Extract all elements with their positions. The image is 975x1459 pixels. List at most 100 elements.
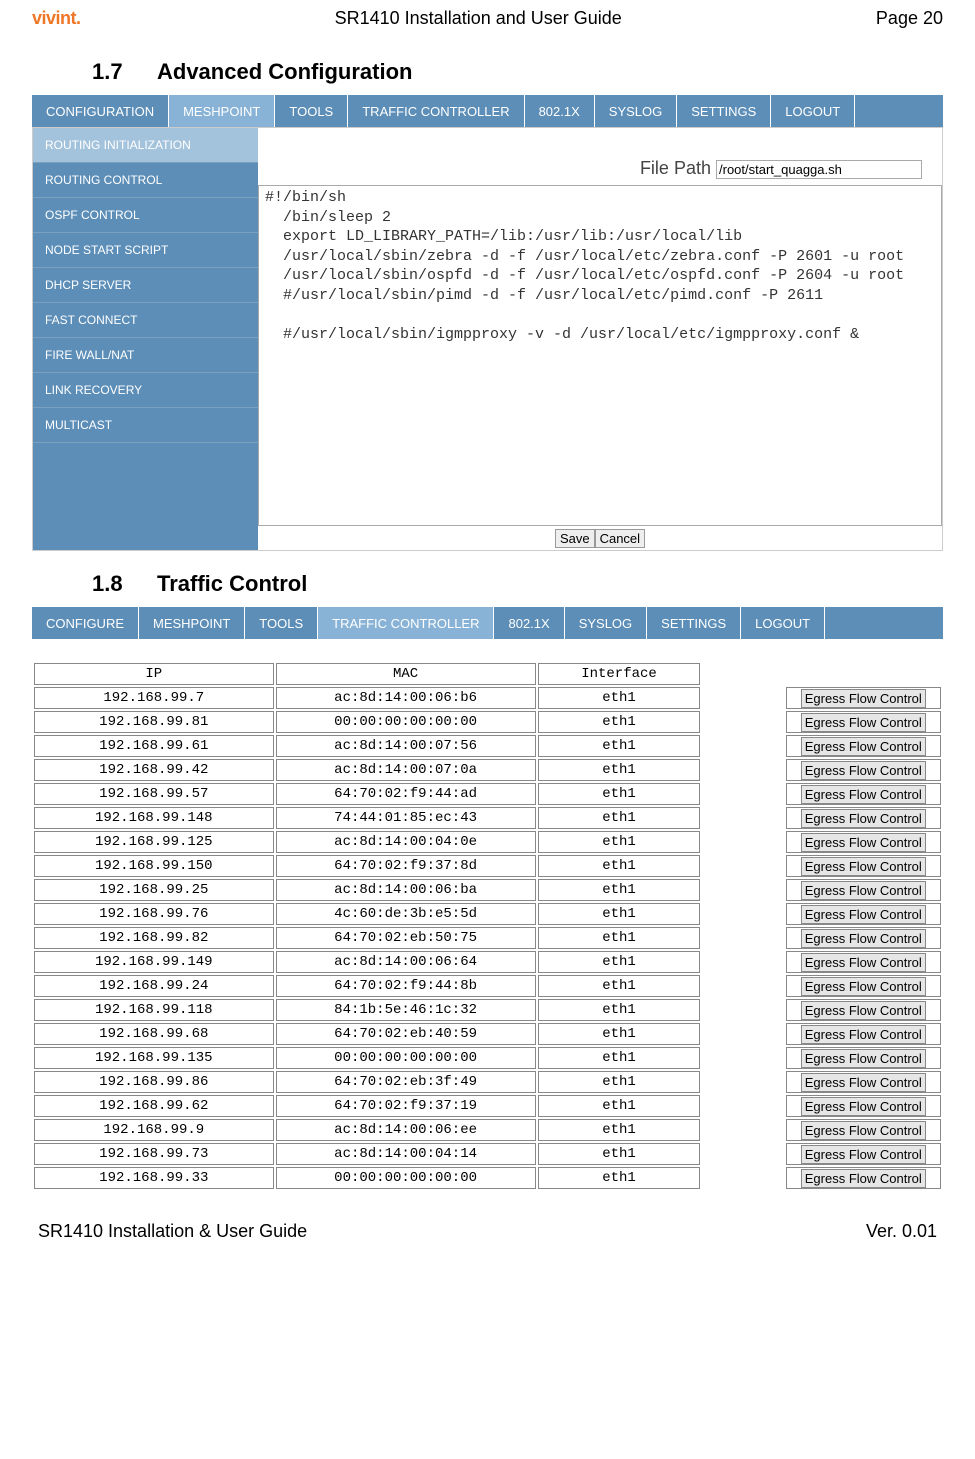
table-row: 192.168.99.13500:00:00:00:00:00eth1 Egres… xyxy=(34,1047,941,1069)
egress-flow-control-button[interactable]: Egress Flow Control xyxy=(801,929,926,948)
table-row: 192.168.99.61ac:8d:14:00:07:56eth1Egress… xyxy=(34,735,941,757)
save-button[interactable]: Save xyxy=(555,529,595,548)
table-row: 192.168.99.5764:70:02:f9:44:adeth1Egress… xyxy=(34,783,941,805)
table-row: 192.168.99.8264:70:02:eb:50:75eth1Egress… xyxy=(34,927,941,949)
cell-ip: 192.168.99.148 xyxy=(34,807,274,829)
cell-iface: eth1 xyxy=(538,687,701,709)
cell-ip: 192.168.99.33 xyxy=(34,1167,274,1189)
cell-iface: eth1 xyxy=(538,711,701,733)
cell-ip: 192.168.99.118 xyxy=(34,999,274,1021)
cell-ip: 192.168.99.7 xyxy=(34,687,274,709)
cell-mac: ac:8d:14:00:06:64 xyxy=(276,951,536,973)
tab-8021x-2[interactable]: 802.1X xyxy=(494,607,564,639)
egress-flow-control-button[interactable]: Egress Flow Control xyxy=(801,713,926,732)
egress-flow-control-button[interactable]: Egress Flow Control xyxy=(801,881,926,900)
tab-meshpoint-2[interactable]: MESHPOINT xyxy=(139,607,245,639)
cell-mac: 4c:60:de:3b:e5:5d xyxy=(276,903,536,925)
egress-flow-control-button[interactable]: Egress Flow Control xyxy=(801,689,926,708)
cell-mac: ac:8d:14:00:07:56 xyxy=(276,735,536,757)
sidebar: ROUTING INITIALIZATION ROUTING CONTROL O… xyxy=(33,128,258,550)
egress-flow-control-button[interactable]: Egress Flow Control xyxy=(801,1049,926,1068)
sidebar-item-routing-initialization[interactable]: ROUTING INITIALIZATION xyxy=(33,128,258,163)
cancel-button[interactable]: Cancel xyxy=(595,529,645,548)
table-row: 192.168.99.9ac:8d:14:00:06:eeeth1 Egress … xyxy=(34,1119,941,1141)
cell-mac: ac:8d:14:00:06:ee xyxy=(276,1119,536,1141)
egress-flow-control-button[interactable]: Egress Flow Control xyxy=(801,905,926,924)
cell-mac: 00:00:00:00:00:00 xyxy=(276,1047,536,1069)
egress-flow-control-button[interactable]: Egress Flow Control xyxy=(801,1121,926,1140)
sidebar-item-routing-control[interactable]: ROUTING CONTROL xyxy=(33,163,258,198)
script-textarea[interactable]: #!/bin/sh /bin/sleep 2 export LD_LIBRARY… xyxy=(258,185,942,526)
tab-traffic-controller-2[interactable]: TRAFFIC CONTROLLER xyxy=(318,607,494,639)
tab-traffic-controller[interactable]: TRAFFIC CONTROLLER xyxy=(348,95,524,127)
egress-flow-control-button[interactable]: Egress Flow Control xyxy=(801,1001,926,1020)
cell-ip: 192.168.99.9 xyxy=(34,1119,274,1141)
cell-iface: eth1 xyxy=(538,735,701,757)
table-row: 192.168.99.25ac:8d:14:00:06:baeth1Egress… xyxy=(34,879,941,901)
tab-settings[interactable]: SETTINGS xyxy=(677,95,771,127)
cell-iface: eth1 xyxy=(538,1119,701,1141)
cell-mac: 64:70:02:f9:44:8b xyxy=(276,975,536,997)
tab-8021x[interactable]: 802.1X xyxy=(525,95,595,127)
cell-iface: eth1 xyxy=(538,1047,701,1069)
sidebar-item-ospf-control[interactable]: OSPF CONTROL xyxy=(33,198,258,233)
egress-flow-control-button[interactable]: Egress Flow Control xyxy=(801,953,926,972)
cell-ip: 192.168.99.135 xyxy=(34,1047,274,1069)
egress-flow-control-button[interactable]: Egress Flow Control xyxy=(801,737,926,756)
section-header-2: 1.8Traffic Control xyxy=(92,571,943,597)
sidebar-item-node-start-script[interactable]: NODE START SCRIPT xyxy=(33,233,258,268)
cell-iface: eth1 xyxy=(538,1095,701,1117)
cell-iface: eth1 xyxy=(538,855,701,877)
sidebar-item-link-recovery[interactable]: LINK RECOVERY xyxy=(33,373,258,408)
cell-mac: ac:8d:14:00:04:14 xyxy=(276,1143,536,1165)
tab-settings-2[interactable]: SETTINGS xyxy=(647,607,741,639)
egress-flow-control-button[interactable]: Egress Flow Control xyxy=(801,1169,926,1188)
file-path-input[interactable] xyxy=(716,160,922,179)
egress-flow-control-button[interactable]: Egress Flow Control xyxy=(801,977,926,996)
cell-mac: 64:70:02:f9:37:19 xyxy=(276,1095,536,1117)
egress-flow-control-button[interactable]: Egress Flow Control xyxy=(801,857,926,876)
table-row: 192.168.99.764c:60:de:3b:e5:5deth1Egress… xyxy=(34,903,941,925)
egress-flow-control-button[interactable]: Egress Flow Control xyxy=(801,761,926,780)
egress-flow-control-button[interactable]: Egress Flow Control xyxy=(801,1097,926,1116)
footer-right: Ver. 0.01 xyxy=(866,1221,937,1242)
cell-ip: 192.168.99.149 xyxy=(34,951,274,973)
tab-configure[interactable]: CONFIGURE xyxy=(32,607,139,639)
tab-logout-2[interactable]: LOGOUT xyxy=(741,607,825,639)
cell-iface: eth1 xyxy=(538,927,701,949)
egress-flow-control-button[interactable]: Egress Flow Control xyxy=(801,1073,926,1092)
table-row: 192.168.99.3300:00:00:00:00:00eth1Egress… xyxy=(34,1167,941,1189)
section-header-1: 1.7Advanced Configuration xyxy=(92,59,943,85)
sidebar-item-fast-connect[interactable]: FAST CONNECT xyxy=(33,303,258,338)
sidebar-item-multicast[interactable]: MULTICAST xyxy=(33,408,258,443)
tab-tools-2[interactable]: TOOLS xyxy=(245,607,318,639)
file-path-label: File Path xyxy=(640,158,711,178)
cell-mac: 64:70:02:eb:3f:49 xyxy=(276,1071,536,1093)
tab-meshpoint[interactable]: MESHPOINT xyxy=(169,95,275,127)
egress-flow-control-button[interactable]: Egress Flow Control xyxy=(801,1145,926,1164)
file-path-row: File Path xyxy=(258,128,942,185)
tab-logout[interactable]: LOGOUT xyxy=(771,95,855,127)
tab-configuration[interactable]: CONFIGURATION xyxy=(32,95,169,127)
cell-ip: 192.168.99.42 xyxy=(34,759,274,781)
sidebar-item-firewall-nat[interactable]: FIRE WALL/NAT xyxy=(33,338,258,373)
cell-mac: 64:70:02:f9:37:8d xyxy=(276,855,536,877)
cell-iface: eth1 xyxy=(538,1023,701,1045)
tab-tools[interactable]: TOOLS xyxy=(275,95,348,127)
egress-flow-control-button[interactable]: Egress Flow Control xyxy=(801,785,926,804)
table-row: 192.168.99.73ac:8d:14:00:04:14eth1Egress… xyxy=(34,1143,941,1165)
egress-flow-control-button[interactable]: Egress Flow Control xyxy=(801,833,926,852)
tab-syslog[interactable]: SYSLOG xyxy=(595,95,677,127)
tab-syslog-2[interactable]: SYSLOG xyxy=(565,607,647,639)
top-nav-2: CONFIGURE MESHPOINT TOOLS TRAFFIC CONTRO… xyxy=(32,607,943,639)
cell-ip: 192.168.99.57 xyxy=(34,783,274,805)
col-iface: Interface xyxy=(538,663,701,685)
cell-iface: eth1 xyxy=(538,879,701,901)
egress-flow-control-button[interactable]: Egress Flow Control xyxy=(801,809,926,828)
cell-iface: eth1 xyxy=(538,831,701,853)
table-row: 192.168.99.6864:70:02:eb:40:59eth1Egress… xyxy=(34,1023,941,1045)
egress-flow-control-button[interactable]: Egress Flow Control xyxy=(801,1025,926,1044)
col-mac: MAC xyxy=(276,663,536,685)
sidebar-item-dhcp-server[interactable]: DHCP SERVER xyxy=(33,268,258,303)
cell-mac: ac:8d:14:00:04:0e xyxy=(276,831,536,853)
